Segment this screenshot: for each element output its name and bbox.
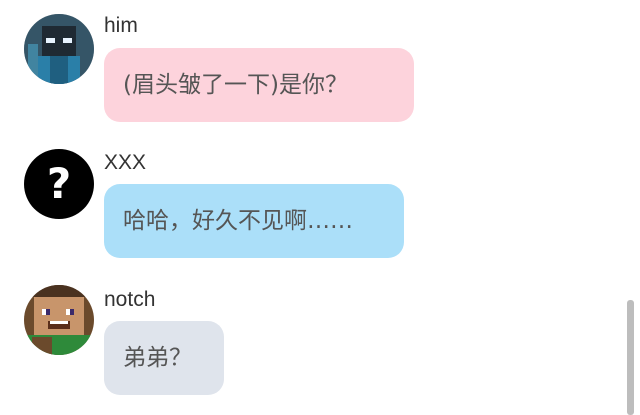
notch-avatar-icon[interactable] [24,285,94,355]
sender-name: XXX [104,151,147,174]
scrollbar-thumb[interactable] [627,300,634,415]
message-bubble[interactable]: 弟弟？ [104,321,224,395]
chat-message: ? XXX 哈哈，好久不见啊…… [0,135,620,265]
sender-name: notch [104,288,156,311]
chat-message: him (眉头皱了一下)是你？ [0,0,620,130]
chat-message: notch 弟弟？ [0,272,620,415]
question-mark-avatar-icon[interactable]: ? [24,149,94,219]
sender-name: him [104,14,138,37]
message-bubble[interactable]: (眉头皱了一下)是你？ [104,48,414,122]
svg-text:?: ? [47,159,71,208]
herobrine-avatar-icon[interactable] [24,14,94,84]
message-bubble[interactable]: 哈哈，好久不见啊…… [104,184,404,258]
